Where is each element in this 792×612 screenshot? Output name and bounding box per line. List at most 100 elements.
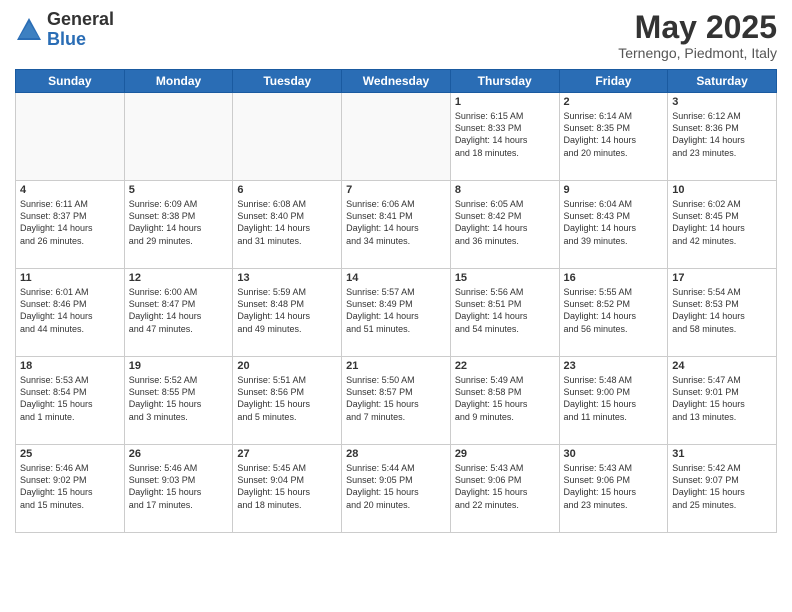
cal-cell: 4Sunrise: 6:11 AM Sunset: 8:37 PM Daylig… bbox=[16, 181, 125, 269]
cell-info: Sunrise: 5:49 AM Sunset: 8:58 PM Dayligh… bbox=[455, 374, 555, 423]
cal-cell: 19 Sunrise: 5:52 AM Sunset: 8:55 PM Dayli… bbox=[124, 357, 233, 445]
cal-cell: 18Sunrise: 5:53 AM Sunset: 8:54 PM Dayli… bbox=[16, 357, 125, 445]
cell-info: Sunrise: 6:12 AM Sunset: 8:36 PM Dayligh… bbox=[672, 110, 772, 159]
day-number: 9 bbox=[564, 184, 664, 196]
cell-info: Sunrise: 5:55 AM Sunset: 8:52 PM Dayligh… bbox=[564, 286, 664, 335]
col-saturday: Saturday bbox=[668, 70, 777, 93]
cell-info: Sunrise: 5:52 AM Sunset: 8:55 PM Dayligh… bbox=[129, 374, 229, 423]
calendar-page: General Blue May 2025 Ternengo, Piedmont… bbox=[0, 0, 792, 612]
day-number: 22 bbox=[455, 360, 555, 372]
day-number: 23 bbox=[564, 360, 664, 372]
col-tuesday: Tuesday bbox=[233, 70, 342, 93]
day-number: 27 bbox=[237, 448, 337, 460]
cal-cell: 31 Sunrise: 5:42 AM Sunset: 9:07 PM Dayli… bbox=[668, 445, 777, 533]
cell-info: Sunrise: 5:48 AM Sunset: 9:00 PM Dayligh… bbox=[564, 374, 664, 423]
cal-cell: 24 Sunrise: 5:47 AM Sunset: 9:01 PM Dayli… bbox=[668, 357, 777, 445]
cell-info: Sunrise: 5:57 AM Sunset: 8:49 PM Dayligh… bbox=[346, 286, 446, 335]
cal-cell: 23 Sunrise: 5:48 AM Sunset: 9:00 PM Dayli… bbox=[559, 357, 668, 445]
header: General Blue May 2025 Ternengo, Piedmont… bbox=[15, 10, 777, 61]
cal-cell: 10 Sunrise: 6:02 AM Sunset: 8:45 PM Dayli… bbox=[668, 181, 777, 269]
cal-cell: 7Sunrise: 6:06 AM Sunset: 8:41 PM Daylig… bbox=[342, 181, 451, 269]
cal-cell: 26 Sunrise: 5:46 AM Sunset: 9:03 PM Dayli… bbox=[124, 445, 233, 533]
day-number: 11 bbox=[20, 272, 120, 284]
day-number: 5 bbox=[129, 184, 229, 196]
day-number: 7 bbox=[346, 184, 446, 196]
cal-cell: 20 Sunrise: 5:51 AM Sunset: 8:56 PM Dayli… bbox=[233, 357, 342, 445]
cal-cell: 16 Sunrise: 5:55 AM Sunset: 8:52 PM Dayli… bbox=[559, 269, 668, 357]
day-number: 24 bbox=[672, 360, 772, 372]
cal-cell: 28Sunrise: 5:44 AM Sunset: 9:05 PM Dayli… bbox=[342, 445, 451, 533]
cal-cell: 22 Sunrise: 5:49 AM Sunset: 8:58 PM Dayli… bbox=[450, 357, 559, 445]
cal-cell: 3 Sunrise: 6:12 AM Sunset: 8:36 PM Daylig… bbox=[668, 93, 777, 181]
day-number: 31 bbox=[672, 448, 772, 460]
col-thursday: Thursday bbox=[450, 70, 559, 93]
col-sunday: Sunday bbox=[16, 70, 125, 93]
cal-cell: 8Sunrise: 6:05 AM Sunset: 8:42 PM Daylig… bbox=[450, 181, 559, 269]
day-number: 29 bbox=[455, 448, 555, 460]
cal-cell: 25Sunrise: 5:46 AM Sunset: 9:02 PM Dayli… bbox=[16, 445, 125, 533]
cal-cell bbox=[124, 93, 233, 181]
logo-blue-text: Blue bbox=[47, 29, 86, 49]
cell-info: Sunrise: 5:54 AM Sunset: 8:53 PM Dayligh… bbox=[672, 286, 772, 335]
title-block: May 2025 Ternengo, Piedmont, Italy bbox=[618, 10, 777, 61]
cal-cell: 12 Sunrise: 6:00 AM Sunset: 8:47 PM Dayli… bbox=[124, 269, 233, 357]
cell-info: Sunrise: 5:46 AM Sunset: 9:03 PM Dayligh… bbox=[129, 462, 229, 511]
cell-info: Sunrise: 5:59 AM Sunset: 8:48 PM Dayligh… bbox=[237, 286, 337, 335]
cell-info: Sunrise: 6:08 AM Sunset: 8:40 PM Dayligh… bbox=[237, 198, 337, 247]
logo-general-text: General bbox=[47, 9, 114, 29]
cell-info: Sunrise: 6:04 AM Sunset: 8:43 PM Dayligh… bbox=[564, 198, 664, 247]
cal-cell bbox=[233, 93, 342, 181]
location: Ternengo, Piedmont, Italy bbox=[618, 45, 777, 61]
cell-info: Sunrise: 6:09 AM Sunset: 8:38 PM Dayligh… bbox=[129, 198, 229, 247]
cell-info: Sunrise: 5:42 AM Sunset: 9:07 PM Dayligh… bbox=[672, 462, 772, 511]
day-number: 3 bbox=[672, 96, 772, 108]
col-friday: Friday bbox=[559, 70, 668, 93]
cal-cell: 9 Sunrise: 6:04 AM Sunset: 8:43 PM Daylig… bbox=[559, 181, 668, 269]
cal-cell: 30 Sunrise: 5:43 AM Sunset: 9:06 PM Dayli… bbox=[559, 445, 668, 533]
cell-info: Sunrise: 6:00 AM Sunset: 8:47 PM Dayligh… bbox=[129, 286, 229, 335]
cal-cell: 2 Sunrise: 6:14 AM Sunset: 8:35 PM Daylig… bbox=[559, 93, 668, 181]
day-number: 21 bbox=[346, 360, 446, 372]
week-row-5: 25Sunrise: 5:46 AM Sunset: 9:02 PM Dayli… bbox=[16, 445, 777, 533]
cell-info: Sunrise: 6:14 AM Sunset: 8:35 PM Dayligh… bbox=[564, 110, 664, 159]
day-number: 20 bbox=[237, 360, 337, 372]
calendar-table: Sunday Monday Tuesday Wednesday Thursday… bbox=[15, 69, 777, 533]
cal-cell: 13 Sunrise: 5:59 AM Sunset: 8:48 PM Dayli… bbox=[233, 269, 342, 357]
day-number: 13 bbox=[237, 272, 337, 284]
day-number: 16 bbox=[564, 272, 664, 284]
cal-cell: 6Sunrise: 6:08 AM Sunset: 8:40 PM Daylig… bbox=[233, 181, 342, 269]
cal-cell: 15 Sunrise: 5:56 AM Sunset: 8:51 PM Dayli… bbox=[450, 269, 559, 357]
week-row-1: 1 Sunrise: 6:15 AM Sunset: 8:33 PM Daylig… bbox=[16, 93, 777, 181]
day-number: 30 bbox=[564, 448, 664, 460]
cal-cell: 14 Sunrise: 5:57 AM Sunset: 8:49 PM Dayli… bbox=[342, 269, 451, 357]
day-number: 19 bbox=[129, 360, 229, 372]
week-row-4: 18Sunrise: 5:53 AM Sunset: 8:54 PM Dayli… bbox=[16, 357, 777, 445]
day-number: 14 bbox=[346, 272, 446, 284]
col-wednesday: Wednesday bbox=[342, 70, 451, 93]
cell-info: Sunrise: 5:46 AM Sunset: 9:02 PM Dayligh… bbox=[20, 462, 120, 511]
cell-info: Sunrise: 5:43 AM Sunset: 9:06 PM Dayligh… bbox=[564, 462, 664, 511]
day-number: 28 bbox=[346, 448, 446, 460]
day-number: 15 bbox=[455, 272, 555, 284]
cal-cell: 1 Sunrise: 6:15 AM Sunset: 8:33 PM Daylig… bbox=[450, 93, 559, 181]
day-header-row: Sunday Monday Tuesday Wednesday Thursday… bbox=[16, 70, 777, 93]
cell-info: Sunrise: 6:02 AM Sunset: 8:45 PM Dayligh… bbox=[672, 198, 772, 247]
cell-info: Sunrise: 5:43 AM Sunset: 9:06 PM Dayligh… bbox=[455, 462, 555, 511]
day-number: 12 bbox=[129, 272, 229, 284]
day-number: 18 bbox=[20, 360, 120, 372]
cal-cell bbox=[342, 93, 451, 181]
cell-info: Sunrise: 6:15 AM Sunset: 8:33 PM Dayligh… bbox=[455, 110, 555, 159]
day-number: 2 bbox=[564, 96, 664, 108]
cal-cell: 17Sunrise: 5:54 AM Sunset: 8:53 PM Dayli… bbox=[668, 269, 777, 357]
cell-info: Sunrise: 5:45 AM Sunset: 9:04 PM Dayligh… bbox=[237, 462, 337, 511]
cal-cell: 11 Sunrise: 6:01 AM Sunset: 8:46 PM Dayli… bbox=[16, 269, 125, 357]
day-number: 10 bbox=[672, 184, 772, 196]
cal-cell: 29 Sunrise: 5:43 AM Sunset: 9:06 PM Dayli… bbox=[450, 445, 559, 533]
day-number: 26 bbox=[129, 448, 229, 460]
day-number: 1 bbox=[455, 96, 555, 108]
cell-info: Sunrise: 5:51 AM Sunset: 8:56 PM Dayligh… bbox=[237, 374, 337, 423]
cal-cell: 27 Sunrise: 5:45 AM Sunset: 9:04 PM Dayli… bbox=[233, 445, 342, 533]
cell-info: Sunrise: 5:47 AM Sunset: 9:01 PM Dayligh… bbox=[672, 374, 772, 423]
cell-info: Sunrise: 5:56 AM Sunset: 8:51 PM Dayligh… bbox=[455, 286, 555, 335]
cell-info: Sunrise: 6:01 AM Sunset: 8:46 PM Dayligh… bbox=[20, 286, 120, 335]
